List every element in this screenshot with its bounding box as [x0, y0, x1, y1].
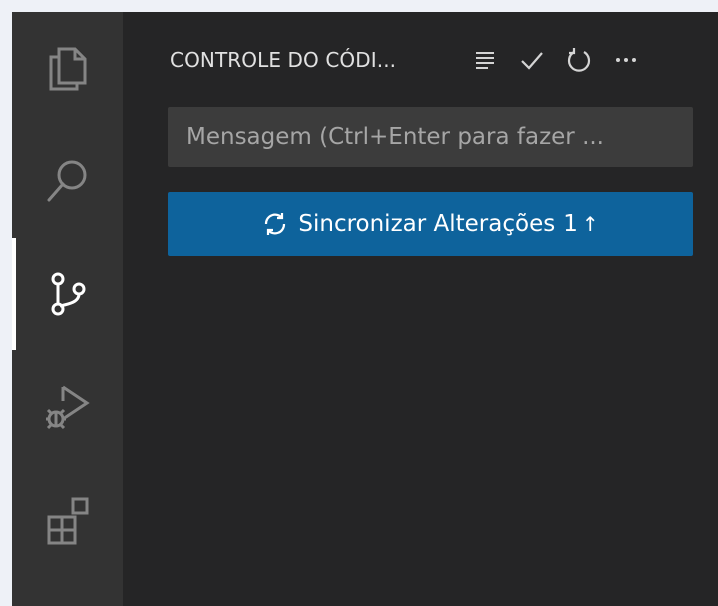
vscode-window: CONTROLE DO CÓDI... Mensagem (Ctrl+Enter… — [12, 12, 718, 606]
sync-button-label: Sincronizar Alterações — [298, 211, 556, 237]
activity-item-source-control[interactable] — [12, 238, 123, 350]
activity-bar — [12, 12, 123, 606]
list-icon — [476, 52, 494, 69]
commit-button[interactable] — [517, 45, 547, 75]
more-actions-button[interactable] — [611, 45, 641, 75]
more-icon — [616, 58, 636, 62]
activity-item-extensions[interactable] — [12, 464, 123, 576]
arrow-up-icon: ↑ — [581, 212, 599, 236]
activity-item-search[interactable] — [12, 124, 123, 236]
extensions-icon — [47, 497, 88, 545]
check-icon — [521, 52, 543, 70]
files-icon — [49, 47, 86, 91]
sidebar-actions — [470, 45, 641, 75]
activity-item-run-debug[interactable] — [12, 350, 123, 462]
search-icon — [47, 160, 86, 202]
source-control-sidebar: CONTROLE DO CÓDI... Mensagem (Ctrl+Enter… — [123, 12, 718, 606]
refresh-icon — [567, 48, 591, 72]
sync-icon — [265, 213, 286, 235]
refresh-button[interactable] — [564, 45, 594, 75]
source-control-icon — [51, 272, 85, 316]
sync-changes-button[interactable]: Sincronizar Alterações 1 ↑ — [168, 192, 693, 256]
sidebar-title: CONTROLE DO CÓDI... — [170, 48, 397, 72]
activity-item-explorer[interactable] — [12, 12, 123, 124]
sidebar-header: CONTROLE DO CÓDI... — [170, 45, 700, 75]
view-as-list-button[interactable] — [470, 45, 500, 75]
run-debug-icon — [45, 385, 90, 430]
commit-message-input[interactable] — [168, 107, 693, 167]
outgoing-commit-count: 1 — [563, 211, 578, 237]
